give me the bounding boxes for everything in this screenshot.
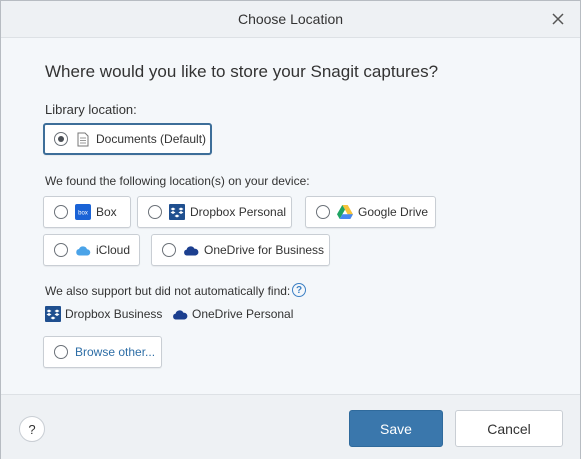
- radio-button[interactable]: [54, 205, 68, 219]
- dialog-footer: ? Save Cancel: [1, 394, 580, 459]
- supported-label: Dropbox Business: [65, 307, 163, 321]
- option-label: Documents (Default): [96, 132, 207, 146]
- help-question-icon[interactable]: ?: [292, 283, 306, 297]
- radio-button[interactable]: [54, 345, 68, 359]
- choose-location-dialog: Choose Location Where would you like to …: [0, 0, 581, 459]
- save-button[interactable]: Save: [349, 410, 443, 447]
- dropbox-icon: [45, 306, 61, 322]
- browse-other-option[interactable]: Browse other...: [43, 336, 162, 368]
- icloud-icon: [75, 242, 91, 258]
- title-bar: Choose Location: [1, 1, 580, 38]
- help-button[interactable]: ?: [19, 416, 45, 442]
- close-icon[interactable]: [550, 11, 566, 27]
- option-label: Google Drive: [358, 205, 429, 219]
- also-support-label: We also support but did not automaticall…: [45, 284, 291, 298]
- page-title: Where would you like to store your Snagi…: [45, 62, 439, 81]
- onedrive-icon: [172, 306, 188, 322]
- dialog-content: Where would you like to store your Snagi…: [1, 38, 580, 394]
- icloud-option[interactable]: iCloud: [43, 234, 140, 266]
- browse-other-link[interactable]: Browse other...: [75, 345, 155, 359]
- cancel-button[interactable]: Cancel: [455, 410, 563, 447]
- radio-button[interactable]: [162, 243, 176, 257]
- svg-text:box: box: [78, 211, 88, 217]
- google-drive-icon: [337, 204, 353, 220]
- radio-button[interactable]: [316, 205, 330, 219]
- box-option[interactable]: box Box: [43, 196, 131, 228]
- onedrive-personal-item: OneDrive Personal: [172, 306, 293, 322]
- documents-default-option[interactable]: Documents (Default): [43, 123, 212, 155]
- radio-button[interactable]: [54, 132, 68, 146]
- option-label: OneDrive for Business: [204, 243, 325, 257]
- option-label: Box: [96, 205, 117, 219]
- radio-button[interactable]: [54, 243, 68, 257]
- dropbox-personal-option[interactable]: Dropbox Personal: [137, 196, 292, 228]
- document-icon: [75, 131, 91, 147]
- box-icon: box: [75, 204, 91, 220]
- dialog-title: Choose Location: [237, 11, 344, 27]
- dropbox-business-item: Dropbox Business: [45, 306, 162, 322]
- option-label: Dropbox Personal: [190, 205, 287, 219]
- onedrive-icon: [183, 242, 199, 258]
- radio-button[interactable]: [148, 205, 162, 219]
- option-label: iCloud: [96, 243, 131, 257]
- onedrive-business-option[interactable]: OneDrive for Business: [151, 234, 330, 266]
- supported-label: OneDrive Personal: [192, 307, 294, 321]
- library-location-label: Library location:: [45, 102, 137, 117]
- google-drive-option[interactable]: Google Drive: [305, 196, 436, 228]
- dropbox-icon: [169, 204, 185, 220]
- found-locations-label: We found the following location(s) on yo…: [45, 174, 310, 188]
